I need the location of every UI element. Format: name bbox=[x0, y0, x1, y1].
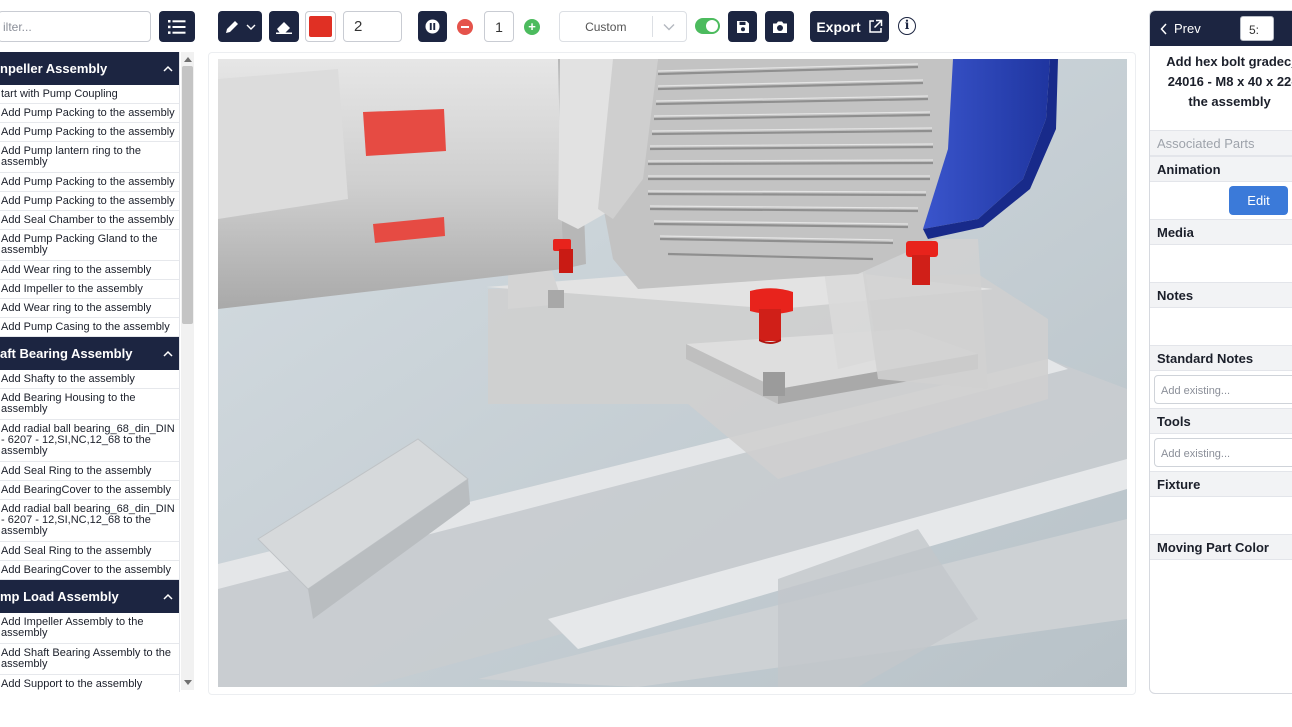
pause-icon bbox=[425, 19, 440, 34]
standard-notes-body: Add existing... bbox=[1150, 371, 1292, 408]
edit-animation-button[interactable]: Edit bbox=[1229, 186, 1288, 215]
chevron-left-icon bbox=[1160, 22, 1167, 35]
section-moving-part-color[interactable]: Moving Part Color bbox=[1150, 534, 1292, 560]
screenshot-button[interactable] bbox=[765, 11, 794, 42]
list-view-button[interactable] bbox=[159, 11, 195, 42]
pencil-icon bbox=[226, 20, 238, 33]
step-item[interactable]: Add Pump Packing to the assembly bbox=[0, 123, 179, 142]
section-notes[interactable]: Notes bbox=[1150, 282, 1292, 308]
step-item[interactable]: Add radial ball bearing_68_din_DIN - 620… bbox=[0, 500, 179, 542]
step-item[interactable]: Add Wear ring to the assembly bbox=[0, 299, 179, 318]
chevron-up-icon bbox=[163, 65, 173, 72]
list-icon bbox=[168, 19, 186, 34]
chevron-down-icon bbox=[246, 24, 256, 30]
display-toggle[interactable] bbox=[695, 18, 720, 34]
section-animation[interactable]: Animation bbox=[1150, 156, 1292, 182]
tools-input[interactable]: Add existing... bbox=[1154, 438, 1292, 467]
step-item[interactable]: Add Pump Packing Gland to the assembly bbox=[0, 230, 179, 261]
group-header-pump-load-assembly[interactable]: mp Load Assembly bbox=[0, 580, 179, 613]
view-mode-select[interactable]: Custom bbox=[559, 11, 687, 42]
scroll-down-arrow-icon[interactable] bbox=[184, 680, 192, 685]
info-icon[interactable]: i bbox=[898, 17, 916, 35]
group-title: mp Load Assembly bbox=[0, 589, 119, 604]
floppy-disk-icon bbox=[736, 20, 749, 33]
step-item[interactable]: Add BearingCover to the assembly bbox=[0, 481, 179, 500]
eraser-tool-button[interactable] bbox=[269, 11, 299, 42]
step-title: Add hex bolt gradec_c 24016 - M8 x 40 x … bbox=[1150, 46, 1292, 130]
step-index-input[interactable]: 5: bbox=[1240, 16, 1274, 41]
brush-size-input[interactable]: 2 bbox=[343, 11, 402, 42]
fixture-body bbox=[1150, 497, 1292, 534]
view-mode-value: Custom bbox=[585, 19, 627, 34]
step-item[interactable]: Add radial ball bearing_68_din_DIN - 620… bbox=[0, 420, 179, 462]
step-item[interactable]: Add Impeller Assembly to the assembly bbox=[0, 613, 179, 644]
pen-tool-button[interactable] bbox=[218, 11, 262, 42]
chevron-up-icon bbox=[163, 350, 173, 357]
section-standard-notes[interactable]: Standard Notes bbox=[1150, 345, 1292, 371]
notes-body bbox=[1150, 308, 1292, 345]
step-number-input[interactable]: 1 bbox=[484, 11, 514, 42]
scroll-up-arrow-icon[interactable] bbox=[184, 57, 192, 62]
save-button[interactable] bbox=[728, 11, 757, 42]
step-item[interactable]: Add Impeller to the assembly bbox=[0, 280, 179, 299]
step-item[interactable]: Add Pump lantern ring to the assembly bbox=[0, 142, 179, 173]
export-button[interactable]: Export bbox=[810, 11, 889, 42]
assembly-steps-tree: npeller Assembly tart with Pump Coupling… bbox=[0, 52, 180, 692]
prev-step-button[interactable]: Prev bbox=[1160, 21, 1201, 36]
standard-notes-input[interactable]: Add existing... bbox=[1154, 375, 1292, 404]
filter-input[interactable]: ilter... bbox=[0, 11, 151, 42]
3d-viewport[interactable] bbox=[218, 59, 1127, 687]
step-title-line: the assembly bbox=[1188, 94, 1271, 109]
step-item[interactable]: Add Seal Ring to the assembly bbox=[0, 462, 179, 481]
step-item[interactable]: Add Bearing Housing to the assembly bbox=[0, 389, 179, 420]
chevron-down-icon bbox=[663, 23, 675, 30]
step-item[interactable]: Add Shaft Bearing Assembly to the assemb… bbox=[0, 644, 179, 675]
media-body bbox=[1150, 245, 1292, 282]
section-fixture[interactable]: Fixture bbox=[1150, 471, 1292, 497]
prev-label: Prev bbox=[1174, 21, 1201, 36]
scroll-thumb[interactable] bbox=[182, 66, 193, 324]
animation-body: Edit bbox=[1150, 182, 1292, 219]
external-link-icon bbox=[868, 19, 882, 33]
pen-color-swatch[interactable] bbox=[305, 11, 336, 42]
chevron-up-icon bbox=[163, 593, 173, 600]
color-fill bbox=[309, 16, 332, 37]
step-navigation-header: Prev 5: bbox=[1150, 11, 1292, 46]
increment-step-button[interactable]: + bbox=[524, 19, 540, 35]
step-item[interactable]: Add Support to the assembly bbox=[0, 675, 179, 692]
step-item[interactable]: Add Pump Packing to the assembly bbox=[0, 192, 179, 211]
export-label: Export bbox=[816, 18, 861, 35]
tools-body: Add existing... bbox=[1150, 434, 1292, 471]
group-header-shaft-bearing-assembly[interactable]: aft Bearing Assembly bbox=[0, 337, 179, 370]
group-title: npeller Assembly bbox=[0, 61, 108, 76]
step-item[interactable]: Add Pump Packing to the assembly bbox=[0, 104, 179, 123]
step-item[interactable]: Add Pump Packing to the assembly bbox=[0, 173, 179, 192]
group-title: aft Bearing Assembly bbox=[0, 346, 133, 361]
pause-button[interactable] bbox=[418, 11, 447, 42]
step-title-line: 24016 - M8 x 40 x 22-V bbox=[1167, 74, 1292, 89]
step-item[interactable]: Add Shafty to the assembly bbox=[0, 370, 179, 389]
step-item[interactable]: Add Seal Ring to the assembly bbox=[0, 542, 179, 561]
eraser-icon bbox=[276, 21, 292, 34]
step-details-panel: Prev 5: Add hex bolt gradec_c 24016 - M8… bbox=[1149, 10, 1292, 694]
assembly-3d-render bbox=[218, 59, 1127, 687]
step-item[interactable]: Add Wear ring to the assembly bbox=[0, 261, 179, 280]
step-item[interactable]: Add Seal Chamber to the assembly bbox=[0, 211, 179, 230]
decrement-step-button[interactable] bbox=[457, 19, 473, 35]
section-tools[interactable]: Tools bbox=[1150, 408, 1292, 434]
sidebar-scrollbar[interactable] bbox=[181, 52, 194, 690]
group-header-impeller-assembly[interactable]: npeller Assembly bbox=[0, 52, 179, 85]
toggle-knob bbox=[706, 20, 718, 32]
step-item[interactable]: Add BearingCover to the assembly bbox=[0, 561, 179, 580]
step-item[interactable]: Add Pump Casing to the assembly bbox=[0, 318, 179, 337]
camera-icon bbox=[772, 21, 787, 33]
section-media[interactable]: Media bbox=[1150, 219, 1292, 245]
step-item[interactable]: tart with Pump Coupling bbox=[0, 85, 179, 104]
section-associated-parts[interactable]: Associated Parts bbox=[1150, 130, 1292, 156]
step-title-line: Add hex bolt gradec_c bbox=[1166, 54, 1292, 69]
